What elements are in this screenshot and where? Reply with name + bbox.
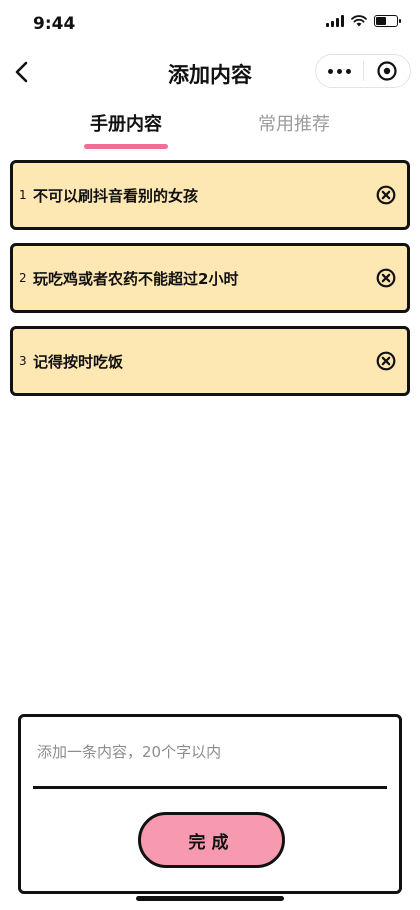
wifi-icon xyxy=(351,15,367,27)
item-index: 2 xyxy=(19,271,27,285)
item-index: 1 xyxy=(19,188,27,202)
tab-common-recommendations[interactable]: 常用推荐 xyxy=(258,110,330,136)
active-tab-indicator xyxy=(84,144,168,149)
nav-bar: 添加内容 xyxy=(0,46,420,98)
target-circle-icon xyxy=(377,61,397,81)
content-input[interactable] xyxy=(37,737,377,767)
status-icons xyxy=(326,15,401,27)
more-button[interactable] xyxy=(316,55,363,87)
delete-item-button[interactable] xyxy=(375,267,397,289)
item-text: 记得按时吃饭 xyxy=(33,352,124,371)
input-underline xyxy=(33,786,387,789)
tab-manual-content[interactable]: 手册内容 xyxy=(90,110,162,136)
status-time: 9:44 xyxy=(33,14,76,34)
status-bar: 9:44 xyxy=(0,0,420,44)
list-item: 2 玩吃鸡或者农药不能超过2小时 xyxy=(10,243,410,313)
list-item: 1 不可以刷抖音看别的女孩 xyxy=(10,160,410,230)
add-content-panel: 完成 xyxy=(18,714,402,894)
close-circle-icon xyxy=(376,351,396,371)
item-text: 不可以刷抖音看别的女孩 xyxy=(33,186,199,205)
item-text: 玩吃鸡或者农药不能超过2小时 xyxy=(33,269,239,288)
list-item: 3 记得按时吃饭 xyxy=(10,326,410,396)
cellular-signal-icon xyxy=(326,15,344,27)
item-index: 3 xyxy=(19,354,27,368)
delete-item-button[interactable] xyxy=(375,350,397,372)
screen: 9:44 添加内容 手册内容 常用推荐 1 不可以刷抖音看别的女孩 2 玩吃鸡或… xyxy=(0,0,420,910)
home-indicator xyxy=(136,896,284,901)
tab-bar: 手册内容 常用推荐 xyxy=(0,106,420,152)
battery-icon xyxy=(374,15,401,27)
delete-item-button[interactable] xyxy=(375,184,397,206)
close-circle-icon xyxy=(376,268,396,288)
done-button[interactable]: 完成 xyxy=(138,812,285,868)
close-mini-program-button[interactable] xyxy=(363,55,410,87)
mini-program-capsule xyxy=(315,54,411,88)
close-circle-icon xyxy=(376,185,396,205)
more-dots-icon xyxy=(327,68,351,74)
